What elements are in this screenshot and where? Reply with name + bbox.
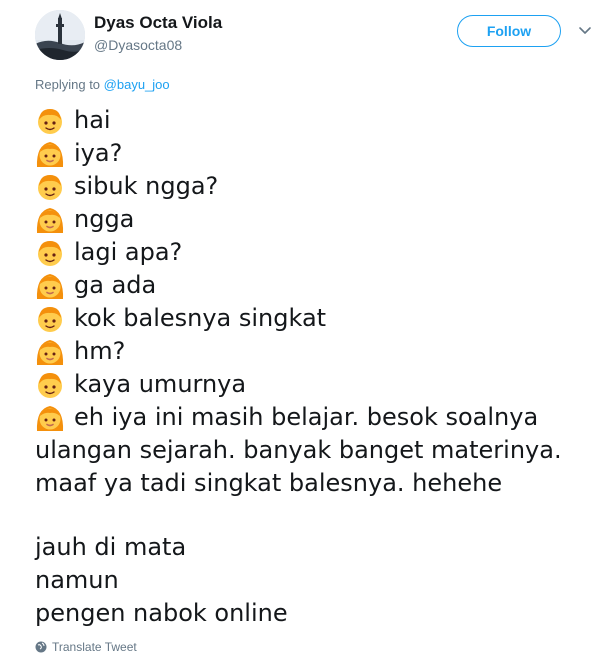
message-text: kok balesnya singkat (74, 304, 327, 332)
girl-emoji-icon (35, 271, 65, 301)
tweet-text: hai iya? sibuk ngga? ngga lagi apa? ga ada kok… (35, 104, 595, 630)
conversation-line: lagi apa? (35, 236, 595, 269)
follow-button[interactable]: Follow (457, 15, 561, 47)
message-text: hm? (74, 337, 126, 365)
continuation-line: ulangan sejarah. banyak banget materinya… (35, 436, 562, 464)
message-text: hai (74, 106, 111, 134)
girl-emoji-icon (35, 205, 65, 235)
tower-landscape-icon (35, 10, 85, 60)
tweet-header: Dyas Octa Viola @Dyasocta08 Follow (0, 0, 601, 70)
reply-mention-link[interactable]: @bayu_joo (104, 77, 170, 92)
message-text: eh iya ini masih belajar. besok soalnya (74, 403, 539, 431)
girl-emoji-icon (35, 139, 65, 169)
conversation-line: kaya umurnya (35, 368, 595, 401)
message-text: lagi apa? (74, 238, 183, 266)
boy-emoji-icon (35, 238, 65, 268)
conversation-line: hm? (35, 335, 595, 368)
message-text: iya? (74, 139, 123, 167)
boy-emoji-icon (35, 172, 65, 202)
conversation-line: ga ada (35, 269, 595, 302)
replying-to: Replying to @bayu_joo (35, 77, 170, 92)
closing-line: pengen nabok online (35, 599, 288, 627)
continuation-line: maaf ya tadi singkat balesnya. hehehe (35, 469, 503, 497)
conversation-line: ngga (35, 203, 595, 236)
conversation-list: hai iya? sibuk ngga? ngga lagi apa? ga ada kok… (35, 104, 595, 434)
translate-tweet-link[interactable]: Translate Tweet (35, 640, 137, 654)
globe-icon (35, 641, 47, 653)
conversation-line: eh iya ini masih belajar. besok soalnya (35, 401, 595, 434)
conversation-line: sibuk ngga? (35, 170, 595, 203)
message-text: ngga (74, 205, 135, 233)
author-handle[interactable]: @Dyasocta08 (94, 37, 182, 53)
boy-emoji-icon (35, 304, 65, 334)
translate-label: Translate Tweet (52, 640, 137, 654)
closing-line: namun (35, 566, 119, 594)
replying-prefix: Replying to (35, 77, 101, 92)
girl-emoji-icon (35, 337, 65, 367)
girl-emoji-icon (35, 403, 65, 433)
conversation-line: kok balesnya singkat (35, 302, 595, 335)
message-text: sibuk ngga? (74, 172, 219, 200)
boy-emoji-icon (35, 370, 65, 400)
author-name[interactable]: Dyas Octa Viola (94, 13, 222, 33)
chevron-down-icon[interactable] (578, 23, 592, 37)
avatar[interactable] (35, 10, 85, 60)
boy-emoji-icon (35, 106, 65, 136)
message-text: ga ada (74, 271, 157, 299)
closing-line: jauh di mata (35, 533, 187, 561)
conversation-line: hai (35, 104, 595, 137)
conversation-line: iya? (35, 137, 595, 170)
message-text: kaya umurnya (74, 370, 247, 398)
